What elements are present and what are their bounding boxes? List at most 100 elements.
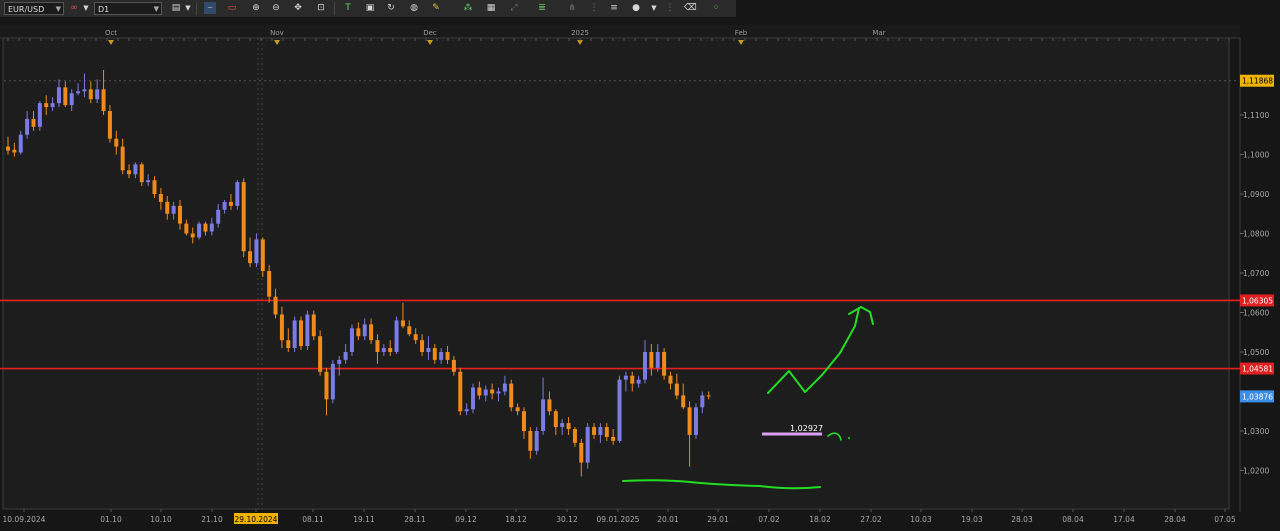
candle-body bbox=[388, 348, 393, 352]
symbol-value: EUR/USD bbox=[8, 5, 45, 14]
symbol-select[interactable]: EUR/USD ▼ bbox=[4, 2, 64, 15]
candle-body bbox=[617, 379, 622, 441]
date-axis-label: 21.10 bbox=[201, 515, 223, 524]
candle-body bbox=[222, 201, 227, 210]
candle-body bbox=[356, 328, 361, 337]
brush-icon[interactable]: ✎ bbox=[430, 2, 442, 14]
candle-body bbox=[375, 340, 380, 352]
date-axis-label: 08.11 bbox=[302, 515, 324, 524]
chevron-down-icon[interactable]: ▼ bbox=[182, 2, 194, 14]
chevron-down-icon[interactable]: ▼ bbox=[648, 2, 660, 14]
candle-body bbox=[560, 423, 565, 428]
candle-body bbox=[76, 91, 81, 94]
candle-body bbox=[636, 379, 641, 384]
plot-frame bbox=[2, 37, 1230, 510]
candle-body bbox=[279, 314, 284, 341]
zoom-in-icon[interactable]: ⊕ bbox=[250, 2, 262, 14]
candle-body bbox=[541, 399, 546, 431]
candle-body bbox=[420, 340, 425, 352]
template-icon[interactable]: ▦ bbox=[485, 2, 497, 14]
candle-body bbox=[515, 407, 520, 412]
settings-icon[interactable]: ⁘ bbox=[710, 2, 722, 14]
candle-body bbox=[273, 296, 278, 315]
more-icon[interactable]: ⋮ bbox=[588, 2, 600, 14]
timeframe-select[interactable]: D1 ▼ bbox=[94, 2, 162, 15]
price-axis-label: 1,1100 bbox=[1243, 111, 1269, 120]
refresh-icon[interactable]: ↻ bbox=[385, 2, 397, 14]
candle-body bbox=[107, 111, 112, 139]
candle-body bbox=[362, 324, 367, 337]
price-chart[interactable]: Oct Nov Dec 2025 Feb Mar 10.09.2024 01.10 10.10… bbox=[0, 17, 1280, 527]
candle-body bbox=[177, 205, 182, 224]
candle-body bbox=[483, 389, 488, 396]
candle-body bbox=[439, 352, 444, 360]
text-tool-icon[interactable]: T bbox=[342, 2, 354, 14]
note-icon[interactable]: ▣ bbox=[364, 2, 376, 14]
candle-body bbox=[254, 239, 259, 264]
zoom-out-icon[interactable]: ⊖ bbox=[270, 2, 282, 14]
candle-body bbox=[407, 326, 412, 335]
date-axis-label: 29.01 bbox=[707, 515, 729, 524]
eraser-icon[interactable]: ⌫ bbox=[684, 2, 697, 14]
top-axis-label: Oct bbox=[105, 29, 117, 37]
candle-body bbox=[471, 387, 476, 410]
candle-body bbox=[643, 352, 647, 380]
date-axis-label: 09.01.2025 bbox=[597, 515, 640, 524]
candle-body bbox=[260, 239, 265, 272]
date-axis-label: 09.12 bbox=[455, 515, 477, 524]
candle-body bbox=[311, 314, 316, 337]
date-axis-label: 08.04 bbox=[1062, 515, 1084, 524]
fit-icon[interactable]: ⊡ bbox=[315, 2, 327, 14]
candle-body bbox=[502, 383, 507, 392]
candle-body bbox=[228, 201, 233, 206]
candle-body bbox=[464, 409, 469, 412]
candle-body bbox=[477, 387, 482, 396]
top-axis-label: Nov bbox=[270, 29, 284, 37]
chevron-down-icon[interactable]: ▼ bbox=[80, 2, 92, 14]
candle-body bbox=[521, 411, 526, 431]
timeframe-value: D1 bbox=[98, 5, 110, 14]
price-axis-label: 1,0600 bbox=[1243, 309, 1269, 318]
candle-body bbox=[445, 352, 450, 360]
candle-body bbox=[318, 336, 323, 372]
top-axis-label: Dec bbox=[423, 29, 437, 37]
date-axis-label: 29.10.2024 bbox=[235, 515, 278, 524]
price-axis-label: 1,0300 bbox=[1243, 427, 1269, 436]
candle-body bbox=[235, 182, 240, 206]
rectangle-tool-icon[interactable]: ▭ bbox=[226, 2, 238, 14]
price-marker-text: 1,03876 bbox=[1242, 392, 1273, 401]
chart-type-icon[interactable]: ▤ bbox=[170, 2, 182, 14]
indicators-icon[interactable]: ⁂ bbox=[462, 2, 474, 14]
candle-body bbox=[547, 399, 552, 412]
date-axis-label: 27.02 bbox=[860, 515, 882, 524]
candle-body bbox=[674, 383, 679, 396]
candle-body bbox=[458, 371, 463, 412]
candle-body bbox=[451, 359, 456, 372]
price-marker-text: 1,11868 bbox=[1242, 77, 1273, 86]
more-icon[interactable]: ⋮ bbox=[664, 2, 676, 14]
pitchfork-icon[interactable]: ⋔ bbox=[566, 2, 578, 14]
date-axis-label: 18.02 bbox=[809, 515, 831, 524]
chart-area[interactable]: Oct Nov Dec 2025 Feb Mar 10.09.2024 01.10 10.10… bbox=[0, 17, 1280, 527]
date-axis-label: 30.12 bbox=[556, 515, 578, 524]
crosshair-icon[interactable]: ✥ bbox=[292, 2, 304, 14]
candle-body bbox=[369, 324, 374, 341]
candle-body bbox=[286, 340, 291, 349]
price-marker-text: 1,06305 bbox=[1242, 296, 1273, 305]
candle-body bbox=[330, 363, 335, 400]
candle-body bbox=[120, 146, 125, 171]
grid-icon[interactable]: ≣ bbox=[536, 2, 548, 14]
date-axis-label: 17.04 bbox=[1113, 515, 1135, 524]
candle-body bbox=[598, 427, 603, 435]
price-axis-label: 1,1000 bbox=[1243, 151, 1269, 160]
line-tool-icon[interactable]: ⎯ bbox=[204, 2, 216, 14]
candle-body bbox=[203, 223, 208, 232]
link-icon[interactable]: ∞ bbox=[68, 2, 80, 14]
line-width-icon[interactable]: ≡ bbox=[608, 2, 620, 14]
fibonacci-icon[interactable]: ⤢ bbox=[508, 2, 520, 14]
circle-icon[interactable]: ● bbox=[630, 2, 642, 14]
candle-body bbox=[190, 233, 195, 238]
candle-body bbox=[668, 375, 673, 384]
date-axis-label: 01.10 bbox=[100, 515, 122, 524]
magnet-icon[interactable]: ◍ bbox=[408, 2, 420, 14]
